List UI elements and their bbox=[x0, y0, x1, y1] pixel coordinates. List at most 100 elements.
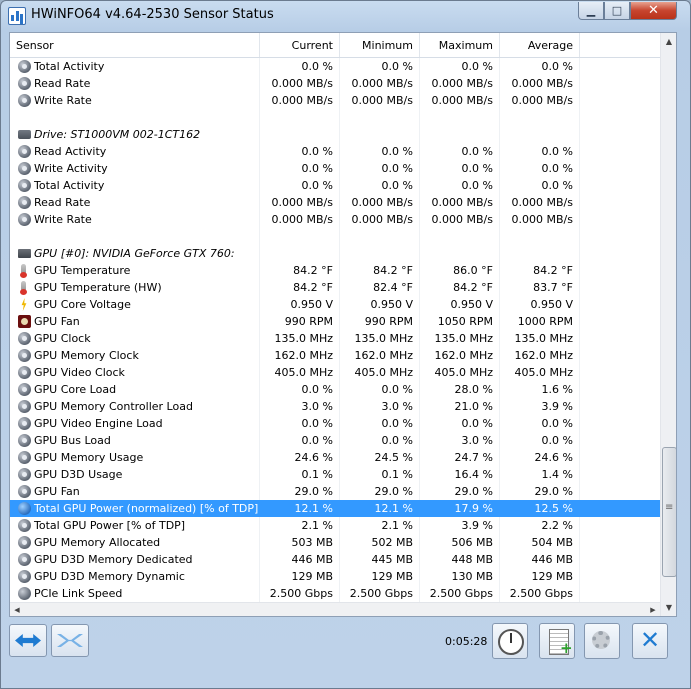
device-group-row[interactable]: Drive: ST1000VM 002-1CT162 bbox=[10, 126, 660, 143]
logging-report-button[interactable] bbox=[539, 623, 575, 659]
table-row[interactable]: GPU Clock 135.0 MHz 135.0 MHz 135.0 MHz 135.… bbox=[10, 330, 660, 347]
maximum-value-cell: 86.0 °F bbox=[420, 262, 500, 279]
device-group-row[interactable]: GPU [#0]: NVIDIA GeForce GTX 760: bbox=[10, 245, 660, 262]
current-value-cell: 990 RPM bbox=[260, 313, 340, 330]
average-value-cell: 1000 RPM bbox=[500, 313, 580, 330]
table-row[interactable]: Total GPU Power (normalized) [% of TDP] 1… bbox=[10, 500, 660, 517]
sensor-name-cell: GPU [#0]: NVIDIA GeForce GTX 760: bbox=[10, 245, 260, 262]
table-row[interactable]: GPU Core Voltage 0.950 V 0.950 V 0.950 V 0.9… bbox=[10, 296, 660, 313]
table-row[interactable]: Total Activity 0.0 % 0.0 % 0.0 % 0.0 % bbox=[10, 177, 660, 194]
minimize-button[interactable]: ▁ bbox=[578, 2, 604, 20]
minimum-value-cell: 24.5 % bbox=[340, 449, 420, 466]
average-value-cell: 2.2 % bbox=[500, 517, 580, 534]
sensor-name-cell: PCIe Link Speed bbox=[10, 585, 260, 602]
sensor-icon bbox=[18, 145, 31, 158]
close-window-button[interactable]: ✕ bbox=[630, 2, 677, 20]
sensor-status-window: HWiNFO64 v4.64-2530 Sensor Status ▁ □ ✕ … bbox=[0, 0, 691, 689]
table-row[interactable]: GPU D3D Usage 0.1 % 0.1 % 16.4 % 1.4 % bbox=[10, 466, 660, 483]
minimum-value-cell: 0.0 % bbox=[340, 177, 420, 194]
sensor-icon bbox=[18, 196, 31, 209]
table-row[interactable]: PCIe Link Speed 2.500 Gbps 2.500 Gbps 2.500… bbox=[10, 585, 660, 602]
collapse-arrows-button[interactable] bbox=[51, 624, 89, 657]
table-row[interactable]: GPU Memory Allocated 503 MB 502 MB 506 MB 50… bbox=[10, 534, 660, 551]
table-row[interactable]: GPU Fan 29.0 % 29.0 % 29.0 % 29.0 % bbox=[10, 483, 660, 500]
spacer-row bbox=[10, 228, 660, 245]
column-header-current[interactable]: Current bbox=[260, 33, 340, 57]
sensor-label: Drive: ST1000VM 002-1CT162 bbox=[34, 128, 201, 141]
sensor-icon bbox=[18, 536, 31, 549]
table-row[interactable]: GPU Bus Load 0.0 % 0.0 % 3.0 % 0.0 % bbox=[10, 432, 660, 449]
sensor-table: Sensor Current Minimum Maximum Average T… bbox=[9, 32, 677, 617]
minimum-value-cell: 0.1 % bbox=[340, 466, 420, 483]
sensor-name-cell: GPU Video Engine Load bbox=[10, 415, 260, 432]
sensor-label: GPU [#0]: NVIDIA GeForce GTX 760: bbox=[34, 247, 235, 260]
average-value-cell: 446 MB bbox=[500, 551, 580, 568]
table-row[interactable]: GPU Fan 990 RPM 990 RPM 1050 RPM 1000 RPM bbox=[10, 313, 660, 330]
average-value-cell: 1.6 % bbox=[500, 381, 580, 398]
maximum-value-cell: 0.0 % bbox=[420, 415, 500, 432]
reset-clock-button[interactable] bbox=[492, 623, 528, 659]
horizontal-scrollbar[interactable]: ◀ ▶ bbox=[10, 602, 660, 616]
sensor-name-cell: Write Rate bbox=[10, 211, 260, 228]
sensor-icon bbox=[18, 162, 31, 175]
scroll-up-arrow-icon[interactable]: ▲ bbox=[661, 33, 676, 50]
vertical-scrollbar[interactable]: ▲ ▼ bbox=[660, 33, 676, 616]
table-row[interactable]: Read Rate 0.000 MB/s 0.000 MB/s 0.000 MB/s 0… bbox=[10, 194, 660, 211]
table-row[interactable]: Read Rate 0.000 MB/s 0.000 MB/s 0.000 MB/s 0… bbox=[10, 75, 660, 92]
settings-gear-button[interactable] bbox=[584, 623, 620, 659]
table-row[interactable]: GPU Core Load 0.0 % 0.0 % 28.0 % 1.6 % bbox=[10, 381, 660, 398]
table-row[interactable]: GPU Memory Clock 162.0 MHz 162.0 MHz 162.0 … bbox=[10, 347, 660, 364]
title-bar[interactable]: HWiNFO64 v4.64-2530 Sensor Status ▁ □ ✕ bbox=[1, 1, 690, 31]
sensor-name-cell: GPU Memory Clock bbox=[10, 347, 260, 364]
close-sensors-button[interactable] bbox=[632, 623, 668, 659]
sensor-name-cell: Write Activity bbox=[10, 160, 260, 177]
sensor-icon bbox=[18, 213, 31, 226]
scroll-left-arrow-icon[interactable]: ◀ bbox=[10, 603, 24, 616]
table-row[interactable]: Total GPU Power [% of TDP] 2.1 % 2.1 % 3.9 … bbox=[10, 517, 660, 534]
column-header-sensor[interactable]: Sensor bbox=[10, 33, 260, 57]
sensor-label: GPU Fan bbox=[34, 315, 80, 328]
table-row[interactable]: GPU D3D Memory Dynamic 129 MB 129 MB 130 MB… bbox=[10, 568, 660, 585]
maximum-value-cell: 84.2 °F bbox=[420, 279, 500, 296]
globe-icon bbox=[18, 502, 31, 515]
maximum-value-cell: 506 MB bbox=[420, 534, 500, 551]
average-value-cell: 0.0 % bbox=[500, 58, 580, 75]
elapsed-timer: 0:05:28 bbox=[445, 635, 488, 648]
sensor-name-cell: GPU Fan bbox=[10, 313, 260, 330]
table-row[interactable]: Write Activity 0.0 % 0.0 % 0.0 % 0.0 % bbox=[10, 160, 660, 177]
scrollbar-thumb[interactable] bbox=[662, 447, 676, 577]
expand-arrows-button[interactable] bbox=[9, 624, 47, 657]
scroll-right-arrow-icon[interactable]: ▶ bbox=[646, 603, 660, 616]
table-row[interactable]: GPU Temperature 84.2 °F 84.2 °F 86.0 °F 84.2… bbox=[10, 262, 660, 279]
minimum-value-cell: 2.500 Gbps bbox=[340, 585, 420, 602]
drive-icon bbox=[18, 130, 31, 139]
table-row[interactable]: GPU Video Engine Load 0.0 % 0.0 % 0.0 % 0.0 … bbox=[10, 415, 660, 432]
sensor-name-cell: GPU Memory Controller Load bbox=[10, 398, 260, 415]
column-header-minimum[interactable]: Minimum bbox=[340, 33, 420, 57]
table-row[interactable]: GPU Video Clock 405.0 MHz 405.0 MHz 405.0 M… bbox=[10, 364, 660, 381]
table-row[interactable]: GPU D3D Memory Dedicated 446 MB 445 MB 448 … bbox=[10, 551, 660, 568]
table-row[interactable]: Total Activity 0.0 % 0.0 % 0.0 % 0.0 % bbox=[10, 58, 660, 75]
sensor-label: Write Rate bbox=[34, 94, 92, 107]
table-row[interactable]: Write Rate 0.000 MB/s 0.000 MB/s 0.000 MB/s… bbox=[10, 92, 660, 109]
sensor-name-cell: GPU D3D Memory Dynamic bbox=[10, 568, 260, 585]
column-header-average[interactable]: Average bbox=[500, 33, 580, 57]
current-value-cell: 0.0 % bbox=[260, 432, 340, 449]
maximum-value-cell: 17.9 % bbox=[420, 500, 500, 517]
current-value-cell: 0.0 % bbox=[260, 381, 340, 398]
table-row[interactable]: GPU Memory Usage 24.6 % 24.5 % 24.7 % 24.6 % bbox=[10, 449, 660, 466]
minimum-value-cell: 2.1 % bbox=[340, 517, 420, 534]
maximum-value-cell: 130 MB bbox=[420, 568, 500, 585]
sensor-icon bbox=[18, 332, 31, 345]
average-value-cell bbox=[500, 245, 580, 262]
table-row[interactable]: Read Activity 0.0 % 0.0 % 0.0 % 0.0 % bbox=[10, 143, 660, 160]
column-header-maximum[interactable]: Maximum bbox=[420, 33, 500, 57]
maximize-button[interactable]: □ bbox=[604, 2, 630, 20]
scroll-down-arrow-icon[interactable]: ▼ bbox=[661, 599, 676, 616]
table-row[interactable]: GPU Temperature (HW) 84.2 °F 82.4 °F 84.2 °… bbox=[10, 279, 660, 296]
table-row[interactable]: GPU Memory Controller Load 3.0 % 3.0 % 21.0… bbox=[10, 398, 660, 415]
table-row[interactable]: Write Rate 0.000 MB/s 0.000 MB/s 0.000 MB/s… bbox=[10, 211, 660, 228]
minimum-value-cell bbox=[340, 126, 420, 143]
current-value-cell: 0.0 % bbox=[260, 177, 340, 194]
minimum-value-cell: 129 MB bbox=[340, 568, 420, 585]
